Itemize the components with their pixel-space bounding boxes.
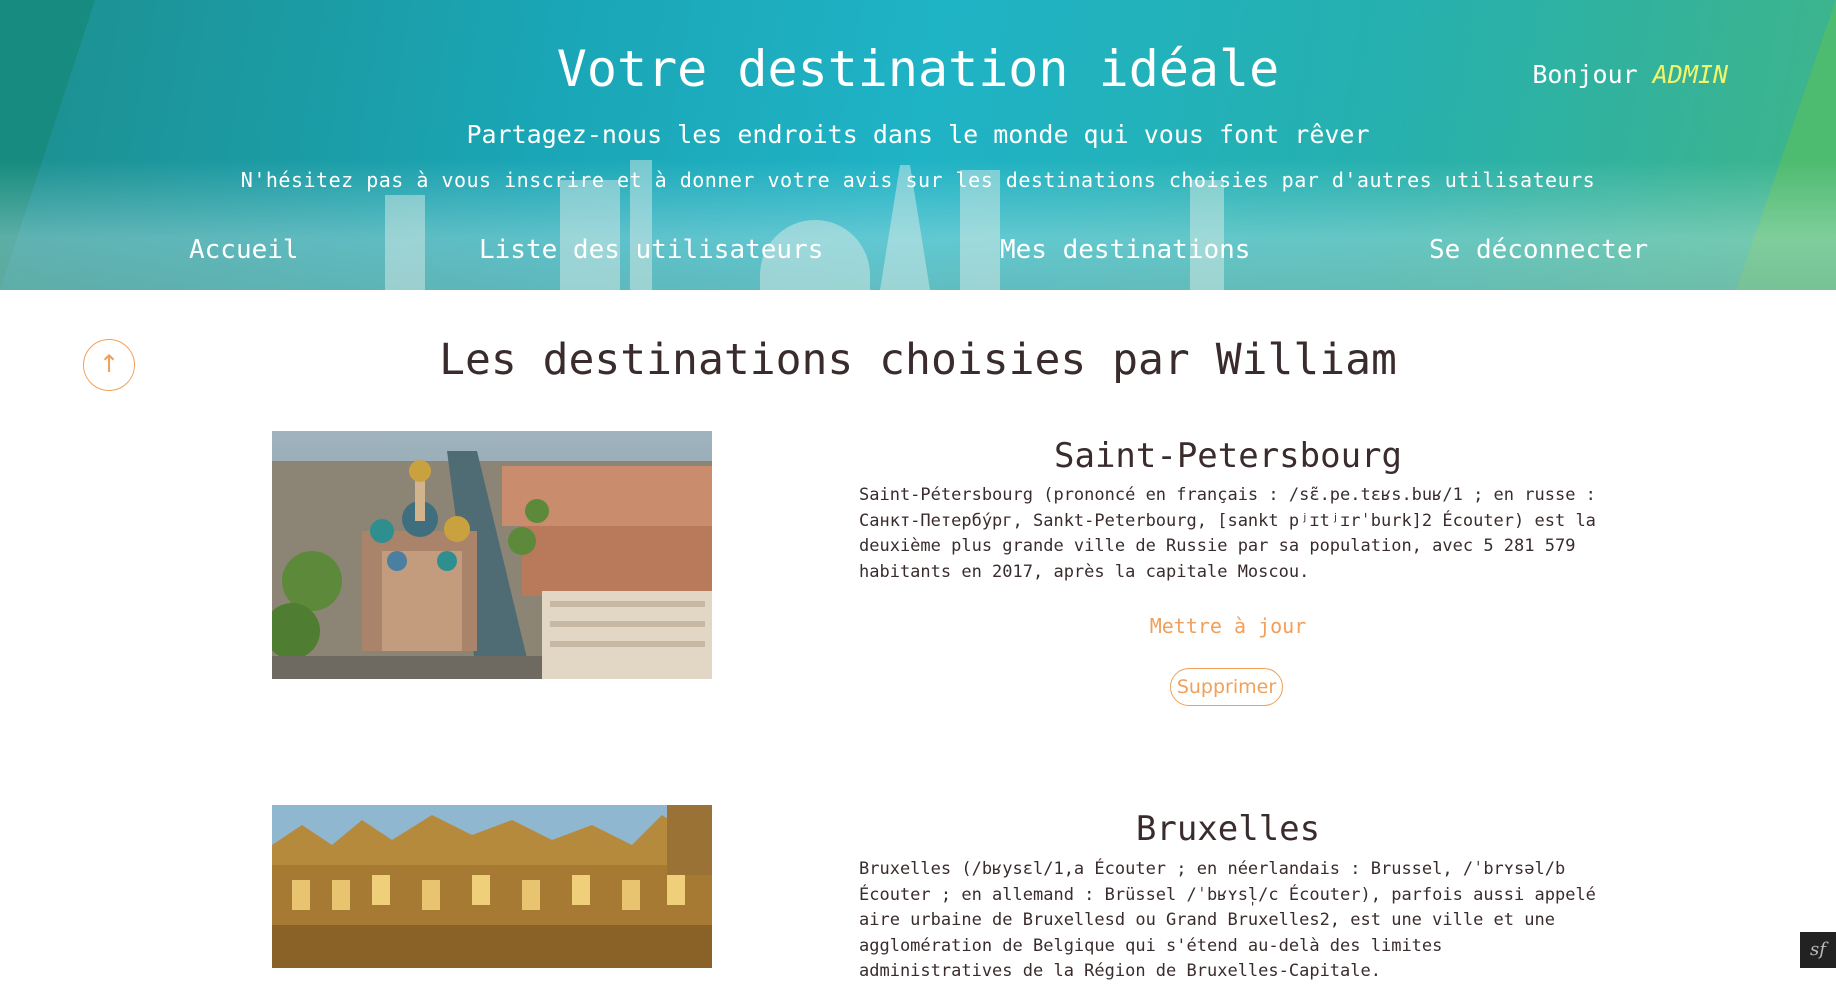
header-banner: Votre destination idéale Partagez-nous l…: [0, 0, 1836, 290]
site-subtitle: Partagez-nous les endroits dans le monde…: [466, 120, 1370, 149]
nav-link-my-destinations[interactable]: Mes destinations: [1000, 235, 1250, 265]
user-greeting: Bonjour ADMIN: [1532, 60, 1728, 89]
symfony-icon[interactable]: sf: [1800, 932, 1836, 968]
destination-image-bruxelles: [272, 805, 712, 968]
delete-destination-button[interactable]: Supprimer: [1170, 668, 1283, 706]
destination-image-saint-petersbourg: [272, 431, 712, 679]
update-destination-link[interactable]: Mettre à jour: [858, 614, 1598, 638]
greeting-username: ADMIN: [1652, 60, 1728, 89]
nav-link-users-list[interactable]: Liste des utilisateurs: [479, 235, 823, 265]
destination-title: Bruxelles: [1135, 809, 1321, 849]
page-title: Les destinations choisies par William: [439, 335, 1397, 385]
site-tagline: N'hésitez pas à vous inscrire et à donne…: [240, 168, 1596, 192]
nav-link-logout[interactable]: Se déconnecter: [1429, 235, 1648, 265]
greeting-prefix: Bonjour: [1532, 60, 1638, 89]
main-nav: Accueil Liste des utilisateurs Mes desti…: [0, 235, 1836, 275]
destination-description: Bruxelles (/bʁysɛl/1,a Écouter ; en néer…: [859, 859, 1596, 981]
destination-title: Saint-Petersbourg: [1054, 436, 1402, 476]
destination-description: Saint-Pétersbourg (prononcé en français …: [859, 485, 1596, 582]
nav-link-accueil[interactable]: Accueil: [189, 235, 299, 265]
